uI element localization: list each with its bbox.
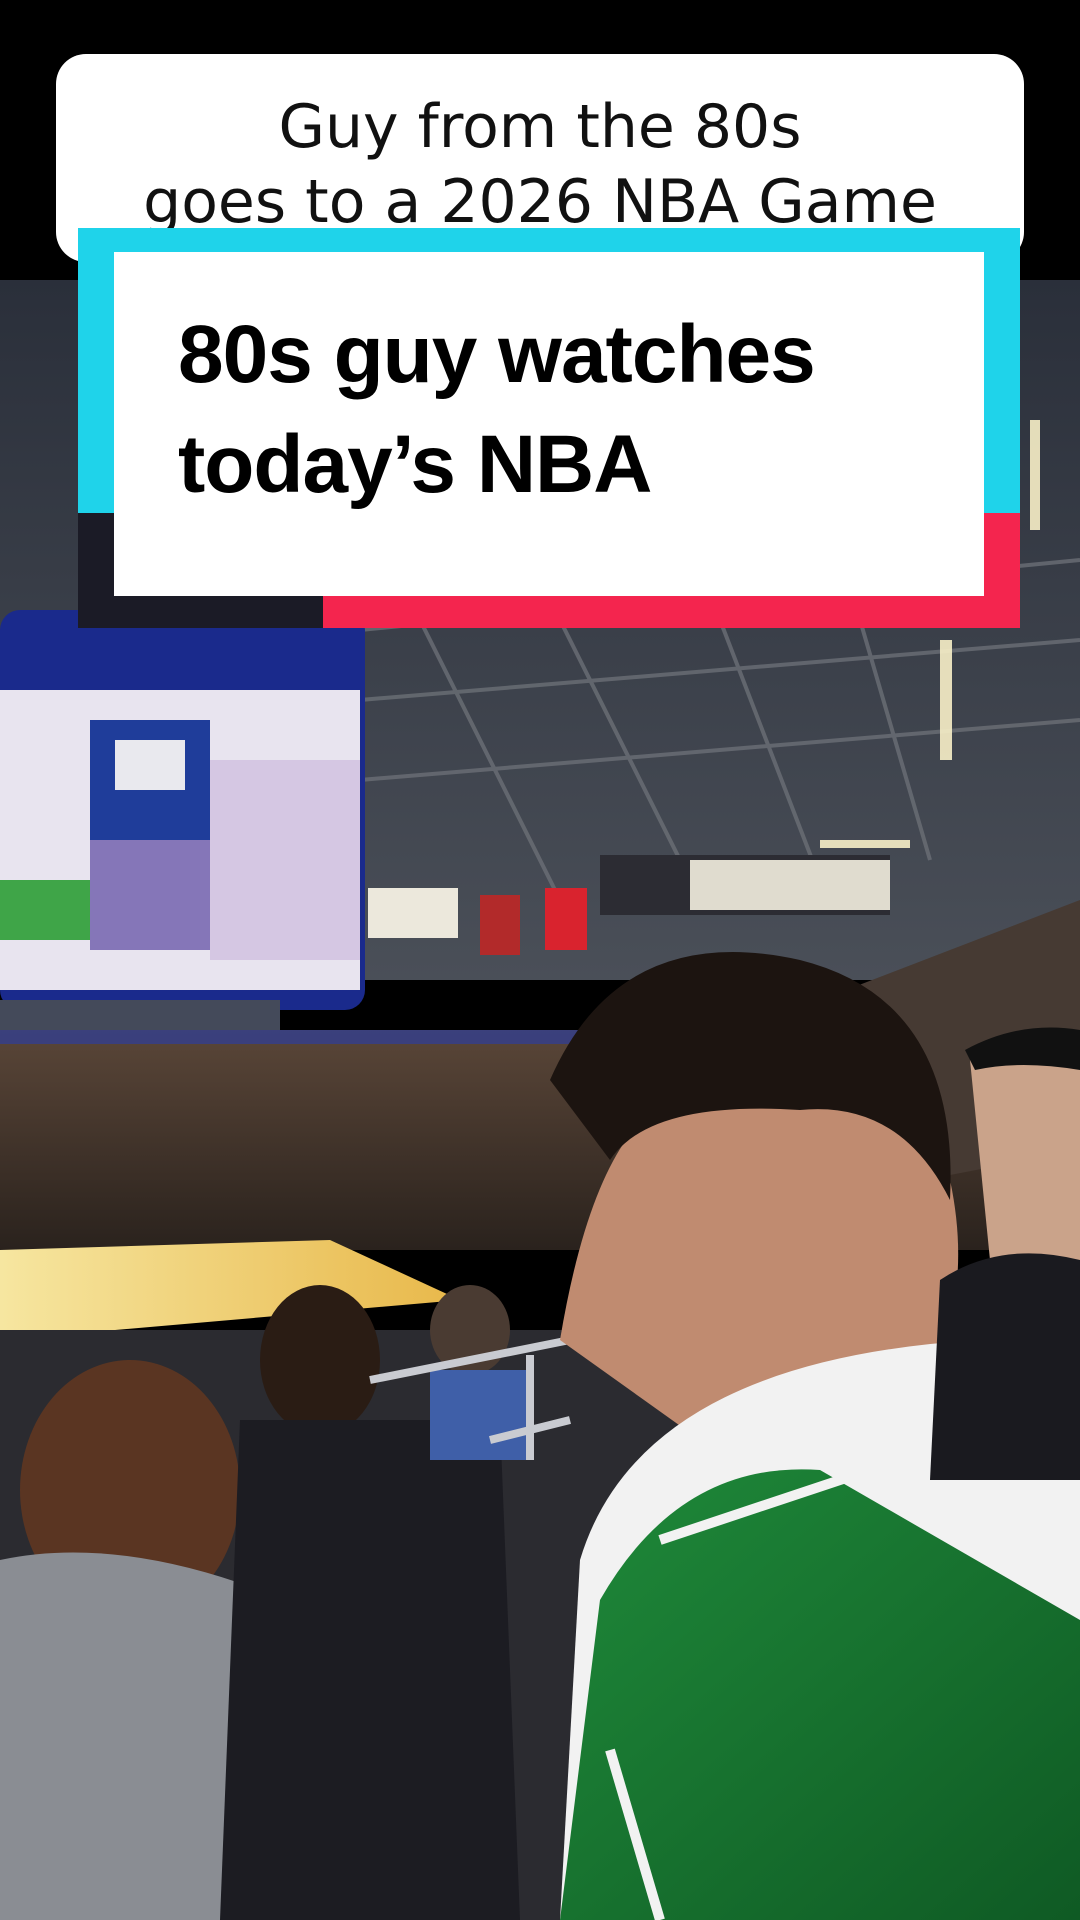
jumbotron xyxy=(0,610,365,1030)
top-caption-line-1: Guy from the 80s xyxy=(278,92,802,162)
card-text-panel: 80s guy watches today’s NBA xyxy=(114,252,984,596)
overlay-card: 80s guy watches today’s NBA xyxy=(78,228,1020,628)
card-line-2: today’s NBA xyxy=(178,419,652,510)
card-line-1: 80s guy watches xyxy=(178,309,816,400)
